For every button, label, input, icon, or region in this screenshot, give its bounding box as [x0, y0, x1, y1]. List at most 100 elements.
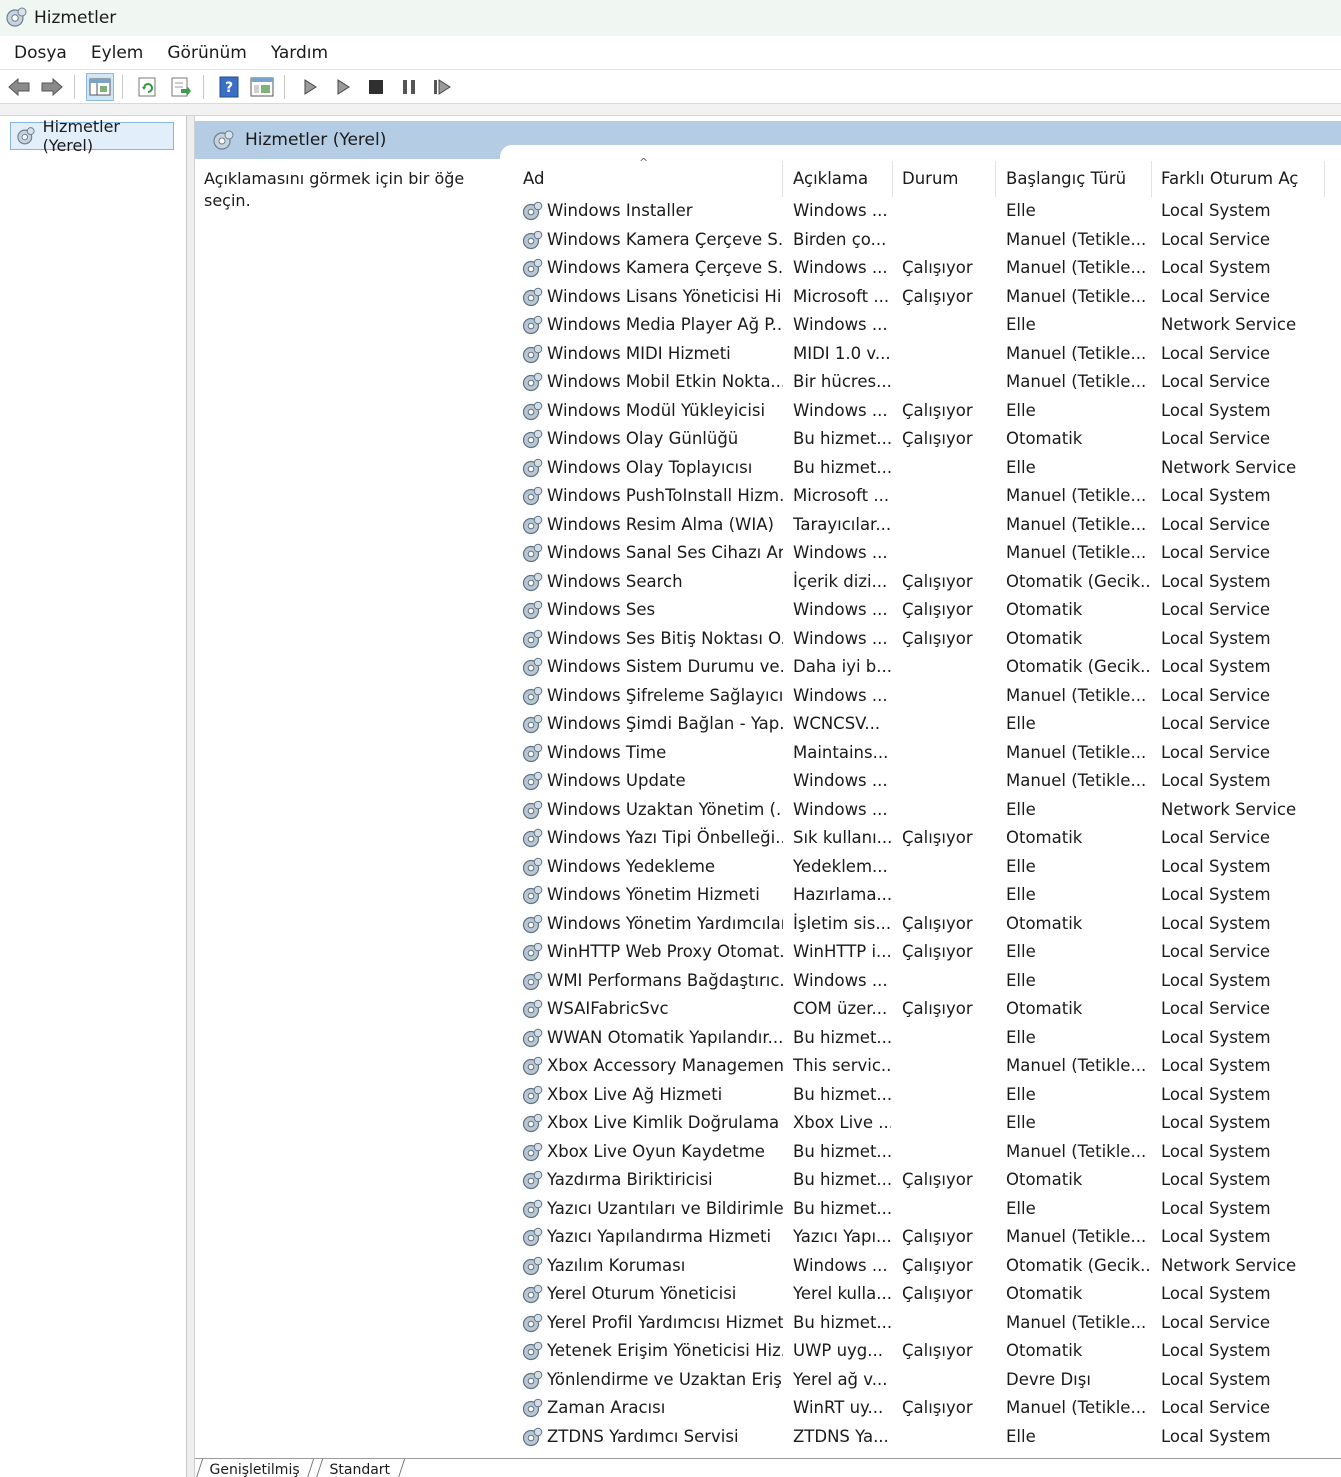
panel-title: Hizmetler (Yerel) — [245, 130, 387, 150]
service-row[interactable]: Yönlendirme ve Uzaktan Eriş... Yerel ağ v… — [515, 1366, 1341, 1395]
service-row[interactable]: Zaman Aracısı WinRT uy... Çalışıyor Manuel … — [515, 1394, 1341, 1423]
service-row[interactable]: Windows Media Player Ağ P... Windows ... E… — [515, 311, 1341, 340]
service-row[interactable]: Windows Update Windows ... Manuel (Tetikle… — [515, 767, 1341, 796]
service-row[interactable]: Windows Şifreleme Sağlayıcı... Windows ..… — [515, 682, 1341, 711]
service-row[interactable]: Windows Ses Bitiş Noktası O... Windows ..… — [515, 625, 1341, 654]
service-name-text: Xbox Live Ağ Hizmeti — [547, 1084, 723, 1104]
service-row[interactable]: Windows Uzaktan Yönetim (... Windows ... E… — [515, 796, 1341, 825]
service-row[interactable]: Windows Mobil Etkin Nokta... Bir hücres..… — [515, 368, 1341, 397]
refresh-icon[interactable] — [134, 73, 162, 101]
pane-splitter[interactable] — [187, 116, 195, 1477]
service-row[interactable]: Windows Modül Yükleyicisi Windows ... Çalı… — [515, 397, 1341, 426]
service-row[interactable]: Windows Installer Windows ... Elle Local Sy… — [515, 197, 1341, 226]
service-name-text: Windows Sanal Ses Cihazı Ar... — [547, 543, 783, 562]
start-service-alt-icon[interactable] — [329, 73, 357, 101]
service-row[interactable]: WinHTTP Web Proxy Otomat... WinHTTP i... Ç… — [515, 938, 1341, 967]
service-name: Windows Mobil Etkin Nokta... — [520, 368, 783, 397]
service-row[interactable]: Yazılım Koruması Windows ... Çalışıyor Otom… — [515, 1252, 1341, 1281]
service-row[interactable]: Windows Yönetim Hizmeti Hazırlama... Elle L… — [515, 881, 1341, 910]
column-header-status[interactable]: Durum — [894, 161, 996, 197]
service-row[interactable]: Windows Kamera Çerçeve S... Birden ço... M… — [515, 226, 1341, 255]
service-row[interactable]: Xbox Live Kimlik Doğrulama ... Xbox Live … — [515, 1109, 1341, 1138]
service-row[interactable]: Windows Time Maintains... Manuel (Tetikle.… — [515, 739, 1341, 768]
service-row[interactable]: Windows Kamera Çerçeve S... Windows ... Ça… — [515, 254, 1341, 283]
service-name: Yazılım Koruması — [520, 1252, 783, 1281]
console-tree-icon[interactable] — [86, 72, 114, 101]
service-gear-icon — [522, 1028, 543, 1047]
service-row[interactable]: Yazıcı Uzantıları ve Bildirimleri Bu hizm… — [515, 1195, 1341, 1224]
service-startup-type: Manuel (Tetikle... — [1006, 229, 1147, 249]
service-startup-type: Manuel (Tetikle... — [1006, 1227, 1147, 1246]
column-header-startup[interactable]: Başlangıç Türü — [998, 161, 1152, 197]
stop-service-icon[interactable] — [362, 73, 390, 101]
service-row[interactable]: Xbox Live Oyun Kaydetme Bu hizmet... Manue… — [515, 1138, 1341, 1167]
service-name-text: Windows Time — [547, 742, 667, 762]
service-gear-icon — [522, 629, 543, 648]
service-row[interactable]: Windows Olay Günlüğü Bu hizmet... Çalışıyo… — [515, 425, 1341, 454]
console-tree: Hizmetler (Yerel) — [0, 116, 187, 1477]
export-list-icon[interactable] — [167, 73, 195, 101]
column-header-logon[interactable]: Farklı Oturum Aç — [1153, 161, 1325, 197]
service-description-cell: Bu hizmet... — [793, 1027, 891, 1047]
service-row[interactable]: Xbox Live Ağ Hizmeti Bu hizmet... Elle Loca… — [515, 1081, 1341, 1110]
service-row[interactable]: Yerel Oturum Yöneticisi Yerel kulla... Çal… — [515, 1280, 1341, 1309]
service-row[interactable]: Xbox Accessory Managemen... This servic..… — [515, 1052, 1341, 1081]
resume-service-icon[interactable] — [428, 73, 456, 101]
service-status — [902, 881, 997, 910]
service-status: Çalışıyor — [902, 999, 973, 1018]
service-row[interactable]: Windows Olay Toplayıcısı Bu hizmet... Elle… — [515, 454, 1341, 483]
service-row[interactable]: Windows Şimdi Bağlan - Yap... WCNCSV... El… — [515, 710, 1341, 739]
service-row[interactable]: WWAN Otomatik Yapılandır... Bu hizmet... E… — [515, 1024, 1341, 1053]
help-icon[interactable]: ? — [215, 73, 243, 101]
tab-extended[interactable]: Genişletilmiş — [195, 1459, 315, 1477]
menu-gorunum[interactable]: Görünüm — [155, 36, 258, 70]
service-row[interactable]: Yazdırma Biriktiricisi Bu hizmet... Çalışı… — [515, 1166, 1341, 1195]
tree-node-services-local[interactable]: Hizmetler (Yerel) — [10, 117, 174, 155]
service-gear-icon — [522, 1370, 543, 1389]
service-gear-icon — [522, 1113, 543, 1133]
service-description-cell: Bu hizmet... — [793, 1141, 891, 1161]
service-row[interactable]: Windows MIDI Hizmeti MIDI 1.0 v... Manuel … — [515, 340, 1341, 369]
service-gear-icon — [522, 942, 543, 962]
service-name-text: Yazıcı Uzantıları ve Bildirimleri — [547, 1198, 783, 1218]
pause-service-icon[interactable] — [395, 73, 423, 101]
service-status — [902, 226, 997, 255]
service-row[interactable]: Windows Sanal Ses Cihazı Ar... Windows ..… — [515, 539, 1341, 568]
service-row[interactable]: Windows Yedekleme Yedeklem... Elle Local Sy… — [515, 853, 1341, 882]
service-row[interactable]: Windows Ses Windows ... Çalışıyor Otomatik L… — [515, 596, 1341, 625]
service-row[interactable]: Windows Search İçerik dizi... Çalışıyor Oto… — [515, 568, 1341, 597]
forward-arrow-icon[interactable] — [38, 73, 66, 101]
back-arrow-icon[interactable] — [5, 73, 33, 101]
service-name-text: Windows Mobil Etkin Nokta... — [547, 372, 783, 391]
service-row[interactable]: Windows Resim Alma (WIA) Tarayıcılar... Ma… — [515, 511, 1341, 540]
menu-dosya[interactable]: Dosya — [0, 36, 79, 70]
service-row[interactable]: Windows PushToInstall Hizm... Microsoft .… — [515, 482, 1341, 511]
service-row[interactable]: Windows Lisans Yöneticisi Hi... Microsoft… — [515, 283, 1341, 312]
service-name-text: Windows Şifreleme Sağlayıcı... — [547, 685, 783, 705]
service-status: Çalışıyor — [902, 600, 973, 619]
service-gear-icon — [522, 800, 543, 819]
service-name-text: Windows Sistem Durumu ve... — [547, 657, 783, 676]
service-row[interactable]: Yerel Profil Yardımcısı Hizmeti Bu hizmet… — [515, 1309, 1341, 1338]
properties-icon[interactable] — [248, 73, 276, 101]
start-service-icon[interactable] — [296, 73, 324, 101]
service-row[interactable]: Yazıcı Yapılandırma Hizmeti Yazıcı Yapı..… — [515, 1223, 1341, 1252]
service-rows: Windows Installer Windows ... Elle Local Sy… — [515, 197, 1341, 1451]
menu-yardim[interactable]: Yardım — [259, 36, 340, 70]
service-row[interactable]: Yetenek Erişim Yöneticisi Hiz... UWP uyg.… — [515, 1337, 1341, 1366]
menu-eylem[interactable]: Eylem — [79, 36, 156, 70]
service-gear-icon — [522, 914, 543, 933]
service-row[interactable]: WMI Performans Bağdaştırıc... Windows ...… — [515, 967, 1341, 996]
service-logon-as: Network Service — [1161, 1255, 1297, 1275]
service-row[interactable]: ZTDNS Yardımcı Servisi ZTDNS Ya... Elle Loc… — [515, 1423, 1341, 1452]
tab-standard[interactable]: Standart — [315, 1459, 405, 1477]
service-row[interactable]: WSAIFabricSvc COM üzer... Çalışıyor Otomati… — [515, 995, 1341, 1024]
service-row[interactable]: Windows Yönetim Yardımcıları İşletim sis.… — [515, 910, 1341, 939]
column-header-description[interactable]: Açıklama — [785, 161, 893, 197]
service-description-cell: İşletim sis... — [793, 913, 891, 933]
service-row[interactable]: Windows Yazı Tipi Önbelleği... Sık kullan… — [515, 824, 1341, 853]
column-header-name[interactable]: Ad — [515, 161, 783, 197]
service-status — [902, 767, 997, 796]
service-row[interactable]: Windows Sistem Durumu ve... Daha iyi b...… — [515, 653, 1341, 682]
service-description-cell: Bu hizmet... — [793, 1170, 891, 1189]
